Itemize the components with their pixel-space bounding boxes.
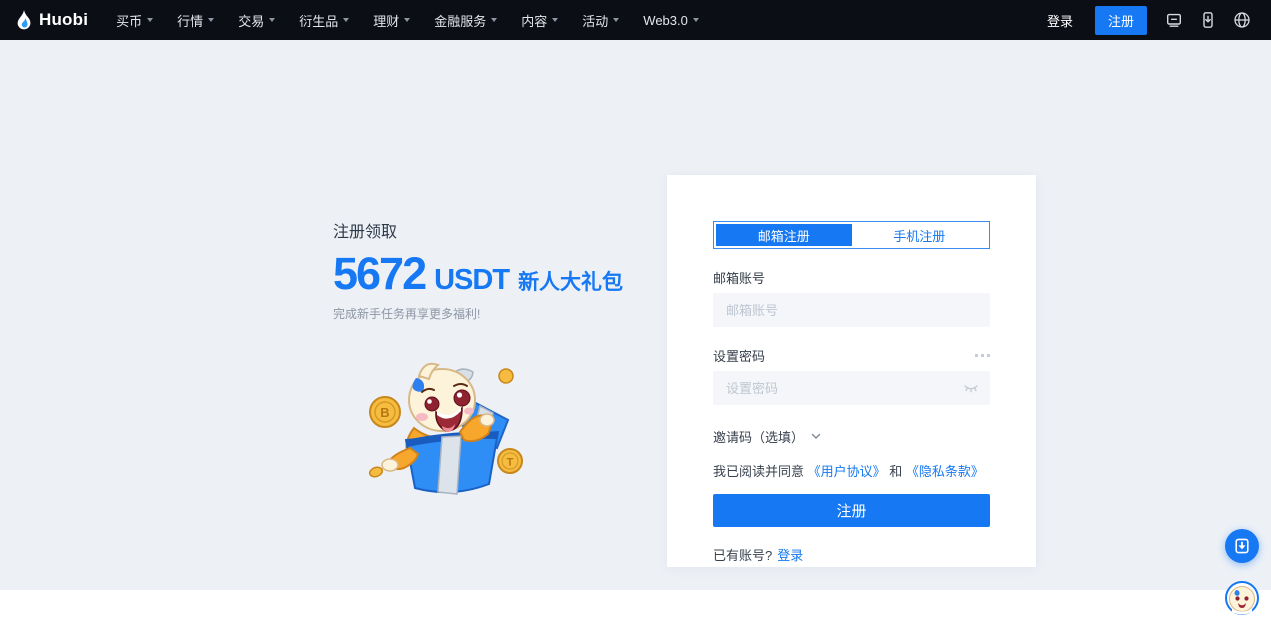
menu-item-label: 内容	[521, 11, 547, 30]
nav-right-group: 登录 注册	[1035, 6, 1259, 35]
promo-subtitle: 完成新手任务再享更多福利!	[333, 305, 623, 322]
email-label: 邮箱账号	[713, 268, 765, 287]
brand-name: Huobi	[39, 10, 88, 30]
promo-title: 注册领取	[333, 218, 623, 242]
menu-item-earn[interactable]: 理财	[361, 0, 422, 40]
password-rules-ellipsis-icon[interactable]	[975, 354, 990, 357]
app-download-icon[interactable]	[1199, 11, 1217, 29]
menu-item-financial-services[interactable]: 金融服务	[422, 0, 509, 40]
download-app-fab[interactable]	[1225, 529, 1259, 563]
agreement-text: 我已阅读并同意 《用户协议》 和 《隐私条款》	[713, 463, 990, 481]
caret-down-icon	[552, 18, 558, 22]
main-menu: 买币 行情 交易 衍生品 理财 金融服务 内容 活动 Web3.0	[104, 0, 711, 40]
have-account-text: 已有账号?	[713, 545, 772, 564]
promo-gift-label: 新人大礼包	[518, 266, 623, 296]
agreement-joiner: 和	[889, 464, 902, 479]
support-chat-fab[interactable]	[1225, 581, 1259, 615]
menu-item-label: Web3.0	[643, 13, 688, 28]
caret-down-icon	[269, 18, 275, 22]
huobi-logo[interactable]: Huobi	[14, 9, 88, 31]
chevron-down-icon	[811, 433, 821, 440]
svg-text:T: T	[507, 457, 514, 469]
tab-phone-register[interactable]: 手机注册	[852, 224, 988, 246]
page-background: 注册领取 5672 USDT 新人大礼包 完成新手任务再享更多福利! B	[0, 40, 1271, 590]
caret-down-icon	[208, 18, 214, 22]
promo-block: 注册领取 5672 USDT 新人大礼包 完成新手任务再享更多福利!	[333, 218, 623, 322]
menu-item-label: 理财	[373, 11, 399, 30]
register-submit-button[interactable]: 注册	[713, 494, 990, 527]
footer	[0, 590, 1271, 623]
menu-item-label: 金融服务	[434, 11, 486, 30]
svg-text:B: B	[380, 405, 389, 420]
mascot-illustration: B T	[356, 348, 536, 498]
caret-down-icon	[491, 18, 497, 22]
user-agreement-link[interactable]: 《用户协议》	[808, 464, 886, 479]
menu-item-content[interactable]: 内容	[509, 0, 570, 40]
huobi-flame-icon	[14, 9, 34, 31]
caret-down-icon	[613, 18, 619, 22]
menu-item-derivatives[interactable]: 衍生品	[287, 0, 361, 40]
register-card: 邮箱注册 手机注册 邮箱账号 设置密码 邀请码（选填	[667, 175, 1036, 567]
menu-item-label: 买币	[116, 11, 142, 30]
menu-item-markets[interactable]: 行情	[165, 0, 226, 40]
invite-code-label: 邀请码（选填）	[713, 427, 804, 446]
promo-currency: USDT	[434, 264, 509, 297]
privacy-policy-link[interactable]: 《隐私条款》	[906, 464, 984, 479]
promo-amount: 5672	[333, 251, 425, 296]
download-icon	[1233, 537, 1251, 555]
agreement-prefix: 我已阅读并同意	[713, 464, 804, 479]
caret-down-icon	[693, 18, 699, 22]
caret-down-icon	[404, 18, 410, 22]
coin-icon: T	[498, 449, 522, 473]
menu-item-buy-crypto[interactable]: 买币	[104, 0, 165, 40]
menu-item-label: 衍生品	[299, 11, 338, 30]
mascot-avatar	[1225, 581, 1259, 615]
menu-item-label: 活动	[582, 11, 608, 30]
login-link[interactable]: 登录	[777, 545, 803, 564]
promo-amount-row: 5672 USDT 新人大礼包	[333, 251, 623, 297]
invite-code-toggle[interactable]: 邀请码（选填）	[713, 427, 990, 446]
password-field[interactable]	[713, 371, 990, 405]
eye-closed-icon[interactable]	[963, 381, 979, 395]
password-label: 设置密码	[713, 346, 765, 365]
register-tabs: 邮箱注册 手机注册	[713, 221, 990, 249]
menu-item-events[interactable]: 活动	[570, 0, 631, 40]
tab-email-register[interactable]: 邮箱注册	[716, 224, 852, 246]
menu-item-trade[interactable]: 交易	[226, 0, 287, 40]
email-field[interactable]	[713, 293, 990, 327]
menu-item-web3[interactable]: Web3.0	[631, 0, 711, 40]
top-nav: Huobi 买币 行情 交易 衍生品 理财 金融服务 内容 活动 Web3.0 …	[0, 0, 1271, 40]
menu-item-label: 行情	[177, 11, 203, 30]
desktop-icon[interactable]	[1165, 11, 1183, 29]
nav-register-button[interactable]: 注册	[1095, 6, 1147, 35]
caret-down-icon	[343, 18, 349, 22]
menu-item-label: 交易	[238, 11, 264, 30]
language-icon[interactable]	[1233, 11, 1251, 29]
nav-login-link[interactable]: 登录	[1035, 11, 1085, 30]
caret-down-icon	[147, 18, 153, 22]
